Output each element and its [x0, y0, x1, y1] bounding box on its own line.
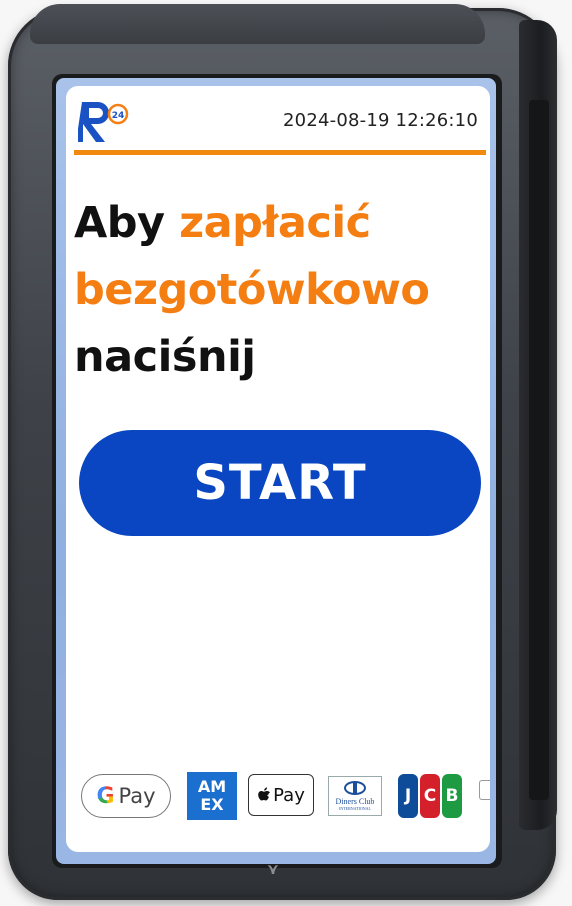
google-pay-label: Pay	[118, 784, 156, 808]
diners-circle-icon	[344, 781, 366, 795]
jcb-j: J	[398, 774, 418, 818]
google-pay-logo: G Pay	[81, 774, 171, 818]
partial-card-logo-icon	[479, 780, 490, 800]
start-button[interactable]: START	[79, 430, 481, 536]
headline-word-nacisnij: naciśnij	[74, 332, 256, 382]
device-brand-mark-icon: ⋎	[266, 860, 280, 878]
apple-pay-label: Pay	[273, 784, 305, 806]
apple-icon	[258, 787, 271, 801]
header-divider	[74, 150, 486, 155]
google-g-icon: G	[96, 783, 115, 809]
terminal-screen: 24 2024-08-19 12:26:10 Aby zapłacić bezg…	[66, 86, 490, 852]
american-express-logo: AM EX	[187, 772, 237, 820]
jcb-c: C	[420, 774, 440, 818]
jcb-logo: J C B	[398, 774, 462, 818]
card-slot-opening	[529, 100, 549, 800]
accepted-payment-methods: G Pay AM EX Pay Diners Club INTERNATIONA…	[66, 772, 490, 824]
apple-pay-logo: Pay	[248, 774, 314, 816]
diners-line1: Diners Club	[335, 797, 375, 806]
diners-line2: INTERNATIONAL	[339, 806, 371, 811]
diners-club-logo: Diners Club INTERNATIONAL	[328, 776, 382, 816]
jcb-b: B	[442, 774, 462, 818]
date-time-display: 2024-08-19 12:26:10	[283, 110, 478, 131]
instruction-headline: Aby zapłacić bezgotówkowo naciśnij	[74, 190, 484, 391]
amex-line2: EX	[200, 795, 224, 814]
headline-word-bezgotowkowo: bezgotówkowo	[74, 265, 430, 315]
headline-word-aby: Aby	[74, 198, 165, 248]
terminal-top-edge	[30, 4, 485, 44]
r24-logo: 24	[76, 96, 134, 144]
amex-line1: AM	[197, 777, 227, 796]
headline-word-zaplacic: zapłacić	[179, 198, 371, 248]
svg-text:24: 24	[112, 111, 125, 121]
